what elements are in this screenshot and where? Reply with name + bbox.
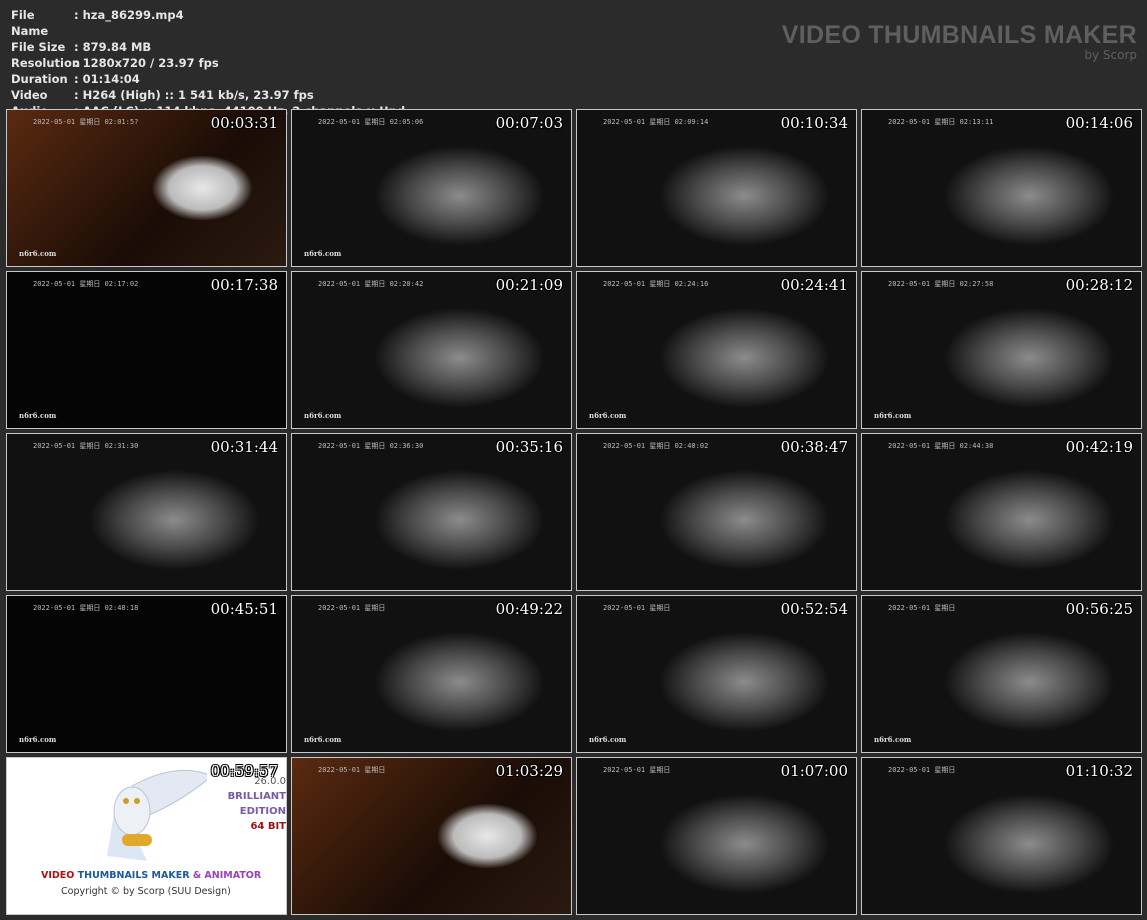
thumbnail[interactable]: 2022-05-01 星期日 02:24:16 00:24:41 n6r6.co… [576, 271, 857, 429]
thumbnail[interactable]: 2022-05-01 星期日 02:17:02 00:17:38 n6r6.co… [6, 271, 287, 429]
thumbnail-timecode: 00:56:25 [1065, 600, 1133, 618]
info-row: Video : H264 (High) :: 1 541 kb/s, 23.97 … [11, 87, 405, 103]
thumbnail-timecode: 00:59:57 [210, 762, 278, 780]
thumbnail-timecode: 01:07:00 [780, 762, 848, 780]
thumbnail-watermark: n6r6.com [874, 735, 912, 744]
info-row: Resolution: 1280x720 / 23.97 fps [11, 55, 405, 71]
thumbnail-datestamp: 2022-05-01 星期日 02:31:30 [33, 442, 139, 450]
thumbnail[interactable]: 2022-05-01 星期日 02:01:5? 00:03:31 n6r6.co… [6, 109, 287, 267]
thumbnail-datestamp: 2022-05-01 星期日 02:17:02 [33, 280, 139, 288]
info-row: File Name : hza_86299.mp4 [11, 7, 405, 39]
thumbnail-datestamp: 2022-05-01 星期日 [318, 766, 386, 774]
thumbnail[interactable]: 2022-05-01 星期日 01:07:00 [576, 757, 857, 915]
thumbnail-datestamp: 2022-05-01 星期日 [888, 604, 956, 612]
thumbnail-datestamp: 2022-05-01 星期日 [318, 604, 386, 612]
thumbnail-datestamp: 2022-05-01 星期日 02:36:30 [318, 442, 424, 450]
info-key: Video [11, 88, 48, 102]
info-value: : hza_86299.mp4 [74, 8, 184, 22]
thumbnail-watermark: n6r6.com [589, 411, 627, 420]
ad-product: VIDEO THUMBNAILS MAKER & ANIMATOR [41, 870, 261, 881]
thumbnail-timecode: 00:42:19 [1065, 438, 1133, 456]
thumbnail[interactable]: 2022-05-01 星期日 02:40:02 00:38:47 [576, 433, 857, 591]
ad-p1: VIDEO [41, 870, 75, 881]
thumbnail-datestamp: 2022-05-01 星期日 02:44:38 [888, 442, 994, 450]
thumbnail-datestamp: 2022-05-01 星期日 02:05:06 [318, 118, 424, 126]
ad-edition: BRILLIANT [227, 791, 286, 802]
info-key: Resolution [11, 56, 81, 70]
brand-logo: VIDEO THUMBNAILS MAKER by Scorp [782, 22, 1137, 62]
ad-p2: THUMBNAILS MAKER [77, 870, 190, 881]
thumbnail-watermark: n6r6.com [304, 735, 342, 744]
thumbnail-grid: 2022-05-01 星期日 02:01:5? 00:03:31 n6r6.co… [6, 109, 1142, 915]
thumbnail-datestamp: 2022-05-01 星期日 02:01:5? [33, 118, 139, 126]
thumbnail-datestamp: 2022-05-01 星期日 [603, 604, 671, 612]
thumbnail-datestamp: 2022-05-01 星期日 02:48:18 [33, 604, 139, 612]
info-value: : 879.84 MB [74, 40, 152, 54]
thumbnail-timecode: 00:03:31 [210, 114, 278, 132]
thumbnail-watermark: n6r6.com [19, 411, 57, 420]
info-value: : 01:14:04 [74, 72, 140, 86]
file-info: File Name : hza_86299.mp4 File Size : 879.8… [11, 7, 405, 119]
ad-p3: & ANIMATOR [192, 870, 262, 881]
thumbnail-datestamp: 2022-05-01 星期日 02:27:58 [888, 280, 994, 288]
thumbnail-datestamp: 2022-05-01 星期日 02:20:42 [318, 280, 424, 288]
thumbnail-watermark: n6r6.com [589, 735, 627, 744]
thumbnail[interactable]: 2022-05-01 星期日 02:20:42 00:21:09 n6r6.co… [291, 271, 572, 429]
thumbnail-watermark: n6r6.com [19, 249, 57, 258]
thumbnail[interactable]: 2022-05-01 星期日 02:44:38 00:42:19 [861, 433, 1142, 591]
thumbnail-datestamp: 2022-05-01 星期日 02:24:16 [603, 280, 709, 288]
thumbnail-datestamp: 2022-05-01 星期日 [888, 766, 956, 774]
thumbnail-timecode: 00:10:34 [780, 114, 848, 132]
thumbnail-timecode: 00:21:09 [495, 276, 563, 294]
thumbnail-datestamp: 2022-05-01 星期日 02:13:11 [888, 118, 994, 126]
thumbnail-datestamp: 2022-05-01 星期日 [603, 766, 671, 774]
thumbnail-timecode: 00:07:03 [495, 114, 563, 132]
brand-byline: by Scorp [1084, 48, 1137, 62]
thumbnail-ad[interactable]: 26.0.0 BRILLIANT EDITION 64 BIT VIDEO THUMB… [6, 757, 287, 915]
info-key: Duration [11, 72, 68, 86]
thumbnail-timecode: 00:52:54 [780, 600, 848, 618]
thumbnail-timecode: 00:24:41 [780, 276, 848, 294]
thumbnail[interactable]: 2022-05-01 星期日 01:10:32 [861, 757, 1142, 915]
thumbnail[interactable]: 2022-05-01 星期日 02:13:11 00:14:06 [861, 109, 1142, 267]
thumbnail[interactable]: 2022-05-01 星期日 02:27:58 00:28:12 n6r6.co… [861, 271, 1142, 429]
thumbnail-timecode: 01:10:32 [1065, 762, 1133, 780]
thumbnail-timecode: 00:49:22 [495, 600, 563, 618]
thumbnail[interactable]: 2022-05-01 星期日 00:56:25 n6r6.com [861, 595, 1142, 753]
thumbnail[interactable]: 2022-05-01 星期日 02:48:18 00:45:51 n6r6.co… [6, 595, 287, 753]
thumbnail-datestamp: 2022-05-01 星期日 02:09:14 [603, 118, 709, 126]
thumbnail-timecode: 00:28:12 [1065, 276, 1133, 294]
thumbnail[interactable]: 2022-05-01 星期日 01:03:29 [291, 757, 572, 915]
info-value: : 1280x720 / 23.97 fps [74, 56, 219, 70]
thumbnail[interactable]: 2022-05-01 星期日 02:36:30 00:35:16 [291, 433, 572, 591]
thumbnail-timecode: 00:17:38 [210, 276, 278, 294]
thumbnail[interactable]: 2022-05-01 星期日 00:52:54 n6r6.com [576, 595, 857, 753]
info-key: File Size [11, 40, 66, 54]
thumbnail-watermark: n6r6.com [304, 411, 342, 420]
ad-copyright: Copyright © by Scorp (SUU Design) [61, 886, 231, 897]
thumbnail[interactable]: 2022-05-01 星期日 02:31:30 00:31:44 [6, 433, 287, 591]
thumbnail[interactable]: 2022-05-01 星期日 02:05:06 00:07:03 n6r6.co… [291, 109, 572, 267]
thumbnail-timecode: 00:14:06 [1065, 114, 1133, 132]
thumbnail[interactable]: 2022-05-01 星期日 00:49:22 n6r6.com [291, 595, 572, 753]
thumbnail-timecode: 00:35:16 [495, 438, 563, 456]
thumbnail-timecode: 00:31:44 [210, 438, 278, 456]
ad-edition2: EDITION [239, 806, 286, 817]
info-key: File Name [11, 8, 49, 38]
thumbnail-datestamp: 2022-05-01 星期日 02:40:02 [603, 442, 709, 450]
info-value: : H264 (High) :: 1 541 kb/s, 23.97 fps [74, 88, 314, 102]
brand-title: VIDEO THUMBNAILS MAKER [781, 21, 1137, 49]
info-row: Duration : 01:14:04 [11, 71, 405, 87]
thumbnail-timecode: 00:38:47 [780, 438, 848, 456]
ad-bits: 64 BIT [250, 821, 286, 832]
thumbnail[interactable]: 2022-05-01 星期日 02:09:14 00:10:34 [576, 109, 857, 267]
thumbnail-watermark: n6r6.com [874, 411, 912, 420]
thumbnail-watermark: n6r6.com [304, 249, 342, 258]
thumbnail-timecode: 01:03:29 [495, 762, 563, 780]
thumbnail-timecode: 00:45:51 [210, 600, 278, 618]
info-row: File Size : 879.84 MB [11, 39, 405, 55]
thumbnail-watermark: n6r6.com [19, 735, 57, 744]
owl-logo-icon [107, 769, 207, 861]
